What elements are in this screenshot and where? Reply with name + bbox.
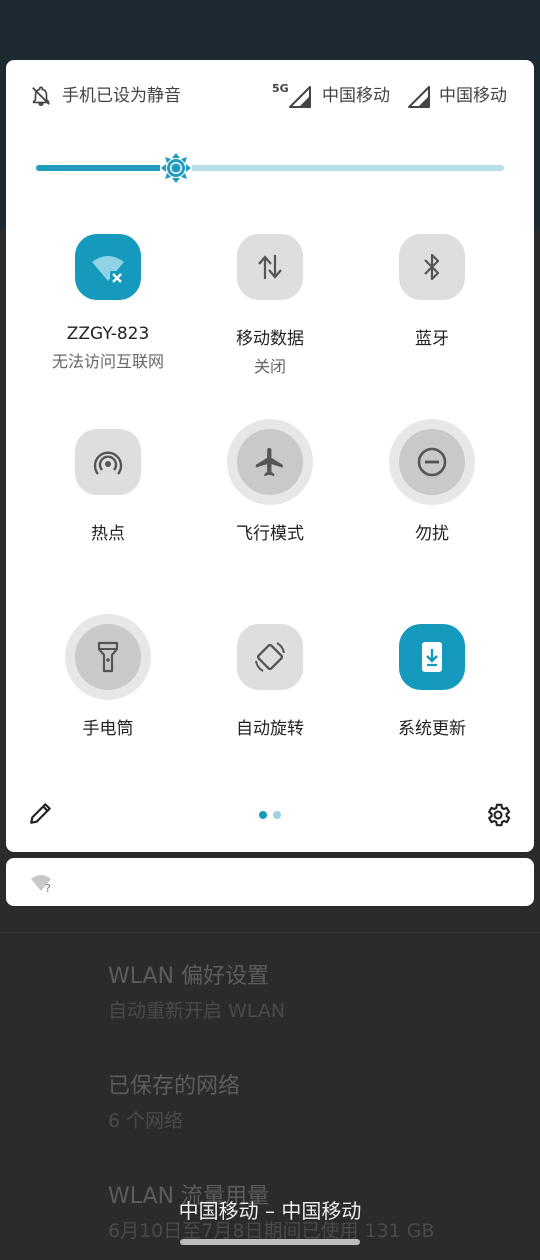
tile-do-not-disturb-label: 勿扰 [415, 524, 449, 544]
background-divider [0, 932, 540, 933]
page-indicator [259, 811, 283, 821]
flashlight-icon [97, 641, 119, 673]
tile-airplane-mode-button[interactable] [237, 429, 303, 495]
wifi-unknown-icon: ? [31, 875, 51, 894]
signal-icon [289, 86, 311, 108]
auto-rotate-icon [255, 642, 285, 672]
tile-wifi-status: 无法访问互联网 [51, 352, 164, 371]
bg-item-subtitle: 6 个网络 [108, 1110, 184, 1132]
tile-airplane-mode-label: 飞行模式 [236, 524, 304, 544]
page-dot-active [259, 811, 267, 819]
tile-hotspot-label: 热点 [91, 524, 125, 544]
system-update-icon [422, 642, 442, 672]
tile-wifi-button[interactable] [75, 234, 141, 300]
tile-hotspot[interactable]: 热点 [28, 429, 188, 544]
tile-auto-rotate-button[interactable] [237, 624, 303, 690]
page-dot [273, 811, 281, 819]
bg-item-wlan-preferences: WLAN 偏好设置 自动重新开启 WLAN [108, 958, 285, 1023]
svg-text:?: ? [45, 882, 51, 894]
signal-icon [408, 86, 430, 108]
carrier-1-label: 中国移动 [322, 86, 390, 106]
tile-do-not-disturb[interactable]: 勿扰 [352, 429, 512, 544]
tile-system-update-label: 系统更新 [398, 719, 466, 739]
hotspot-icon [93, 451, 123, 475]
wifi-x-icon [92, 256, 124, 285]
tile-wifi-label: ZZGY-823 [66, 324, 150, 344]
carrier-2-label: 中国移动 [439, 86, 507, 106]
tile-mobile-data[interactable]: 移动数据 关闭 [190, 234, 350, 377]
silent-mode-text: 手机已设为静音 [62, 86, 181, 106]
tile-mobile-data-status: 关闭 [253, 357, 286, 376]
brightness-fill [36, 165, 177, 171]
wifi-notification[interactable]: ? [6, 858, 534, 906]
quick-settings-panel: 手机已设为静音 5G 中国移动 中国移动 ZZGY-823 无法访问互联网 移动… [6, 60, 534, 852]
brightness-slider[interactable] [36, 152, 504, 184]
tile-mobile-data-label: 移动数据 [236, 329, 304, 349]
tile-wifi[interactable]: ZZGY-823 无法访问互联网 [28, 234, 188, 372]
home-indicator[interactable] [180, 1239, 360, 1245]
tile-bluetooth[interactable]: 蓝牙 [352, 234, 512, 349]
qs-status-row: 手机已设为静音 5G 中国移动 中国移动 [6, 82, 534, 110]
tile-hotspot-button[interactable] [75, 429, 141, 495]
tile-bluetooth-button[interactable] [399, 234, 465, 300]
tile-auto-rotate-label: 自动旋转 [236, 719, 304, 739]
bg-item-title: WLAN 偏好设置 [108, 964, 270, 989]
edit-pencil-icon[interactable] [28, 800, 54, 826]
tile-system-update[interactable]: 系统更新 [352, 624, 512, 739]
tile-airplane-mode[interactable]: 飞行模式 [190, 429, 350, 544]
bottom-carrier-label: 中国移动 – 中国移动 [178, 1199, 362, 1223]
bg-item-subtitle: 自动重新开启 WLAN [108, 1000, 286, 1022]
network-type-badge: 5G [272, 82, 289, 95]
tile-mobile-data-button[interactable] [237, 234, 303, 300]
bg-item-saved-networks: 已保存的网络 6 个网络 [108, 1068, 240, 1133]
tile-flashlight-button[interactable] [75, 624, 141, 690]
brightness-thumb-icon[interactable] [159, 151, 193, 185]
tile-flashlight[interactable]: 手电筒 [28, 624, 188, 739]
airplane-icon [255, 447, 283, 477]
gear-icon[interactable] [484, 801, 512, 829]
tile-auto-rotate[interactable]: 自动旋转 [190, 624, 350, 739]
bell-off-icon [32, 86, 50, 106]
bg-item-title: 已保存的网络 [108, 1074, 241, 1099]
mobile-data-icon [258, 255, 282, 279]
tile-flashlight-label: 手电筒 [82, 719, 134, 739]
bluetooth-icon [424, 253, 440, 281]
dnd-icon [417, 447, 447, 477]
tile-bluetooth-label: 蓝牙 [415, 329, 449, 349]
tile-system-update-button[interactable] [399, 624, 465, 690]
tile-do-not-disturb-button[interactable] [399, 429, 465, 495]
